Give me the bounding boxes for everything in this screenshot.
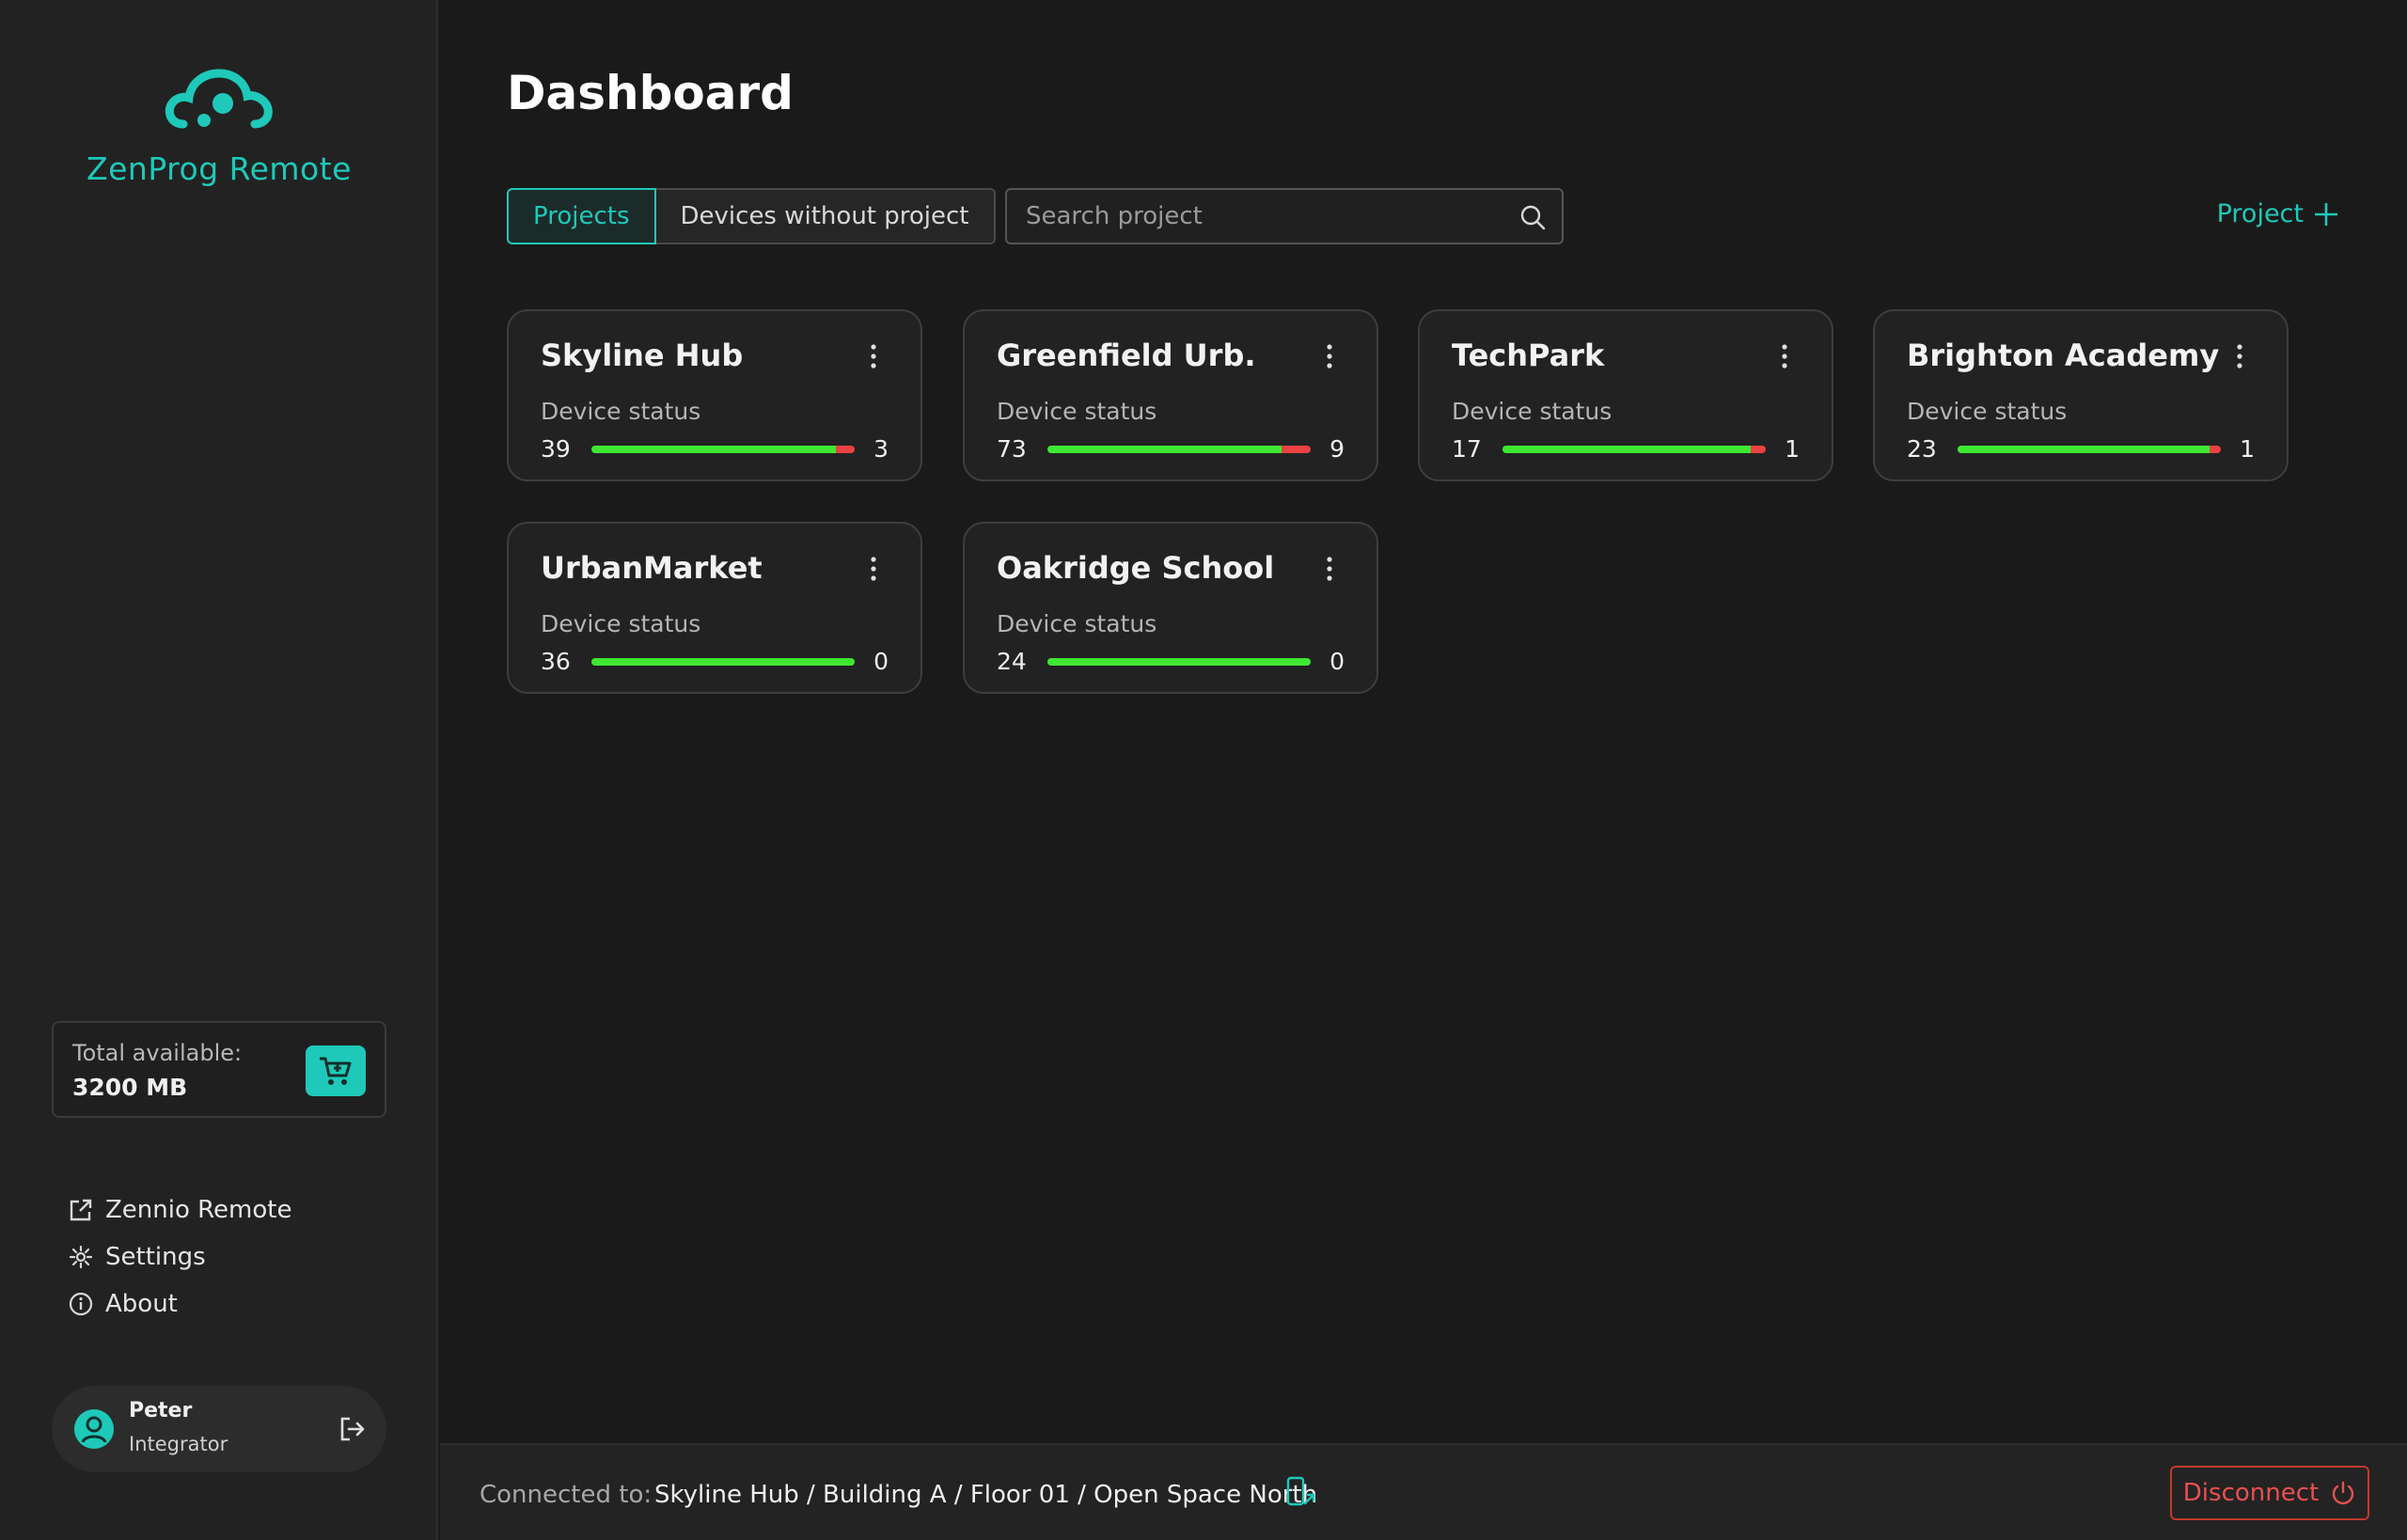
external-link-icon	[68, 1197, 94, 1223]
user-role: Integrator	[129, 1433, 228, 1455]
add-project-label: Project	[2216, 199, 2304, 228]
offline-segment	[1751, 446, 1766, 453]
nav-item-about[interactable]: About	[68, 1281, 291, 1328]
device-status-bar	[1958, 446, 2221, 453]
project-name: Oakridge School	[997, 550, 1275, 586]
online-segment	[1958, 446, 2210, 453]
search-box	[1005, 188, 1564, 244]
cloud-logo-icon	[165, 69, 273, 129]
avatar	[74, 1409, 114, 1449]
user-card: Peter Integrator	[52, 1386, 386, 1472]
nav-item-label: Settings	[105, 1243, 206, 1271]
plus-icon	[2315, 202, 2337, 226]
device-status-label: Device status	[1907, 398, 2068, 425]
online-count: 36	[541, 648, 571, 675]
project-name: Brighton Academy	[1907, 338, 2220, 373]
logout-icon	[340, 1417, 365, 1441]
project-name: Skyline Hub	[541, 338, 744, 373]
more-vertical-icon[interactable]	[862, 341, 885, 371]
device-connection-icon[interactable]	[1282, 1475, 1316, 1509]
more-vertical-icon[interactable]	[1318, 554, 1341, 584]
storage-value: 3200 MB	[72, 1074, 188, 1101]
disconnect-label: Disconnect	[2182, 1479, 2320, 1507]
device-status-bar	[591, 446, 855, 453]
nav-item-label: About	[105, 1290, 178, 1318]
online-count: 73	[997, 435, 1027, 463]
add-project-button[interactable]: Project	[2217, 199, 2339, 228]
tab-devices-without-project[interactable]: Devices without project	[655, 188, 996, 244]
connected-label: Connected to:	[480, 1481, 653, 1509]
device-status-bar	[1047, 658, 1311, 666]
view-tabs: Projects Devices without project	[507, 188, 996, 244]
online-segment	[1047, 658, 1311, 666]
online-count: 24	[997, 648, 1027, 675]
device-status-label: Device status	[541, 610, 701, 637]
online-segment	[591, 446, 836, 453]
app-name: ZenProg Remote	[87, 150, 352, 187]
offline-count: 3	[873, 435, 889, 463]
online-segment	[591, 658, 855, 666]
gear-icon	[68, 1244, 94, 1270]
device-status-bar	[1502, 446, 1766, 453]
offline-count: 0	[1329, 648, 1345, 675]
device-status-label: Device status	[1452, 398, 1613, 425]
search-icon[interactable]	[1518, 203, 1547, 231]
nav-item-label: Zennio Remote	[105, 1196, 292, 1224]
connected-path: Skyline Hub / Building A / Floor 01 / Op…	[654, 1481, 1318, 1509]
offline-segment	[836, 446, 855, 453]
project-card-brighton-academy[interactable]: Brighton Academy Device status 23 1	[1873, 309, 2289, 481]
online-count: 39	[541, 435, 571, 463]
online-count: 23	[1907, 435, 1937, 463]
project-name: Greenfield Urb.	[997, 338, 1256, 373]
offline-count: 0	[873, 648, 889, 675]
offline-segment	[1282, 446, 1311, 453]
nav-item-zennio-remote[interactable]: Zennio Remote	[68, 1186, 291, 1234]
info-icon	[68, 1291, 94, 1317]
storage-panel: Total available: 3200 MB	[52, 1021, 386, 1118]
offline-segment	[2210, 446, 2221, 453]
online-count: 17	[1452, 435, 1482, 463]
offline-count: 1	[1785, 435, 1800, 463]
user-icon	[81, 1416, 107, 1443]
project-name: UrbanMarket	[541, 550, 763, 586]
search-input[interactable]	[1007, 190, 1505, 243]
more-vertical-icon[interactable]	[1318, 341, 1341, 371]
app-root: ZenProg Remote Total available: 3200 MB …	[0, 0, 2407, 1540]
sidebar-nav: Zennio Remote Settings About	[68, 1186, 291, 1328]
project-card-oakridge-school[interactable]: Oakridge School Device status 24 0	[963, 522, 1378, 694]
project-card-techpark[interactable]: TechPark Device status 17 1	[1418, 309, 1833, 481]
project-name: TechPark	[1452, 338, 1605, 373]
page-title: Dashboard	[507, 66, 794, 120]
logout-button[interactable]	[338, 1414, 368, 1444]
nav-item-settings[interactable]: Settings	[68, 1234, 291, 1281]
disconnect-button[interactable]: Disconnect	[2170, 1466, 2369, 1520]
device-status-bar	[591, 658, 855, 666]
storage-label: Total available:	[72, 1040, 243, 1066]
device-status-bar	[1047, 446, 1311, 453]
logo: ZenProg Remote	[0, 62, 438, 187]
more-vertical-icon[interactable]	[1773, 341, 1796, 371]
project-card-urbanmarket[interactable]: UrbanMarket Device status 36 0	[507, 522, 922, 694]
project-card-greenfield-urb[interactable]: Greenfield Urb. Device status 73 9	[963, 309, 1378, 481]
sidebar: ZenProg Remote Total available: 3200 MB …	[0, 0, 438, 1540]
offline-count: 1	[2240, 435, 2255, 463]
more-vertical-icon[interactable]	[862, 554, 885, 584]
device-status-label: Device status	[997, 610, 1157, 637]
device-status-label: Device status	[997, 398, 1157, 425]
main-content: Dashboard Projects Devices without proje…	[440, 0, 2407, 1443]
power-icon	[2333, 1481, 2354, 1505]
buy-storage-button[interactable]	[306, 1045, 366, 1096]
cart-icon	[320, 1057, 352, 1085]
offline-count: 9	[1329, 435, 1345, 463]
tab-projects[interactable]: Projects	[507, 188, 656, 244]
connection-footer: Connected to: Skyline Hub / Building A /…	[440, 1443, 2407, 1540]
user-name: Peter	[129, 1399, 193, 1422]
device-status-label: Device status	[541, 398, 701, 425]
project-card-skyline-hub[interactable]: Skyline Hub Device status 39 3	[507, 309, 922, 481]
more-vertical-icon[interactable]	[2228, 341, 2251, 371]
online-segment	[1502, 446, 1752, 453]
online-segment	[1047, 446, 1282, 453]
